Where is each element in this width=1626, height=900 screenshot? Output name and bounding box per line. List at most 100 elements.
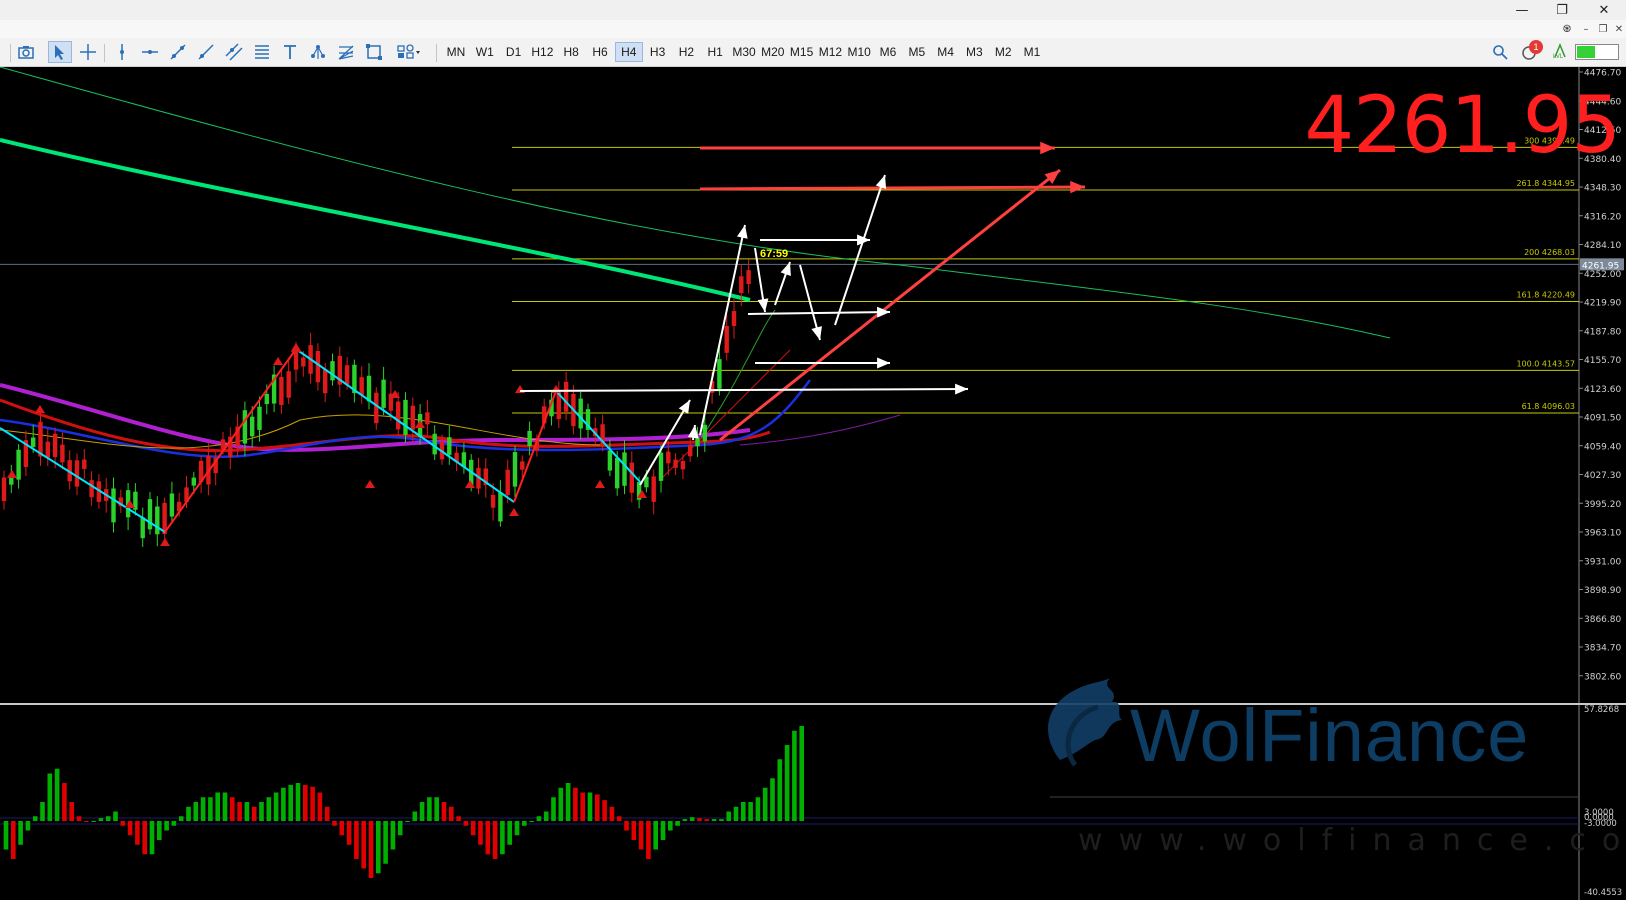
histogram-bar (492, 821, 498, 859)
histogram-bar (609, 806, 615, 821)
bar-countdown-timer: 67:59 (760, 248, 789, 260)
histogram-bar (339, 821, 345, 836)
histogram-bar (689, 817, 695, 821)
timeframe-m5[interactable]: M5 (903, 42, 931, 62)
screenshot-button[interactable] (14, 41, 38, 63)
timeframe-m4[interactable]: M4 (932, 42, 960, 62)
histogram-bar (193, 802, 199, 821)
gann-button[interactable] (334, 41, 358, 63)
timeframe-h2[interactable]: H2 (672, 42, 700, 62)
candle-body (505, 469, 510, 495)
indicator-axis-label: 57.8268 (1584, 705, 1619, 715)
histogram-bar (412, 811, 418, 821)
histogram-bar (711, 819, 717, 821)
target-arrow-261 (699, 185, 1086, 191)
candle-body (403, 399, 408, 435)
cursor-button[interactable] (48, 41, 72, 63)
fib-level-label: 161.8 4220.49 (1516, 290, 1575, 299)
histogram-bar (171, 821, 177, 826)
chart-restore-button[interactable]: ❐ (1595, 21, 1611, 37)
histogram-bar (682, 819, 688, 821)
price-tick-label: 4155.70 (1584, 356, 1621, 366)
histogram-bar (565, 783, 571, 821)
connection-status-bar[interactable] (1575, 44, 1619, 60)
fibonacci-icon (255, 45, 269, 59)
timeframe-h6[interactable]: H6 (586, 42, 614, 62)
price-tick-label: 3802.60 (1584, 672, 1621, 682)
timeframe-m12[interactable]: M12 (816, 42, 844, 62)
trendline-button[interactable] (166, 41, 190, 63)
histogram-bar (573, 787, 578, 821)
connection-fill (1577, 46, 1595, 58)
timeframe-h8[interactable]: H8 (557, 42, 585, 62)
timeframe-m30[interactable]: M30 (730, 42, 758, 62)
histogram-bar (222, 792, 228, 821)
search-button[interactable] (1488, 41, 1512, 63)
timeframe-h12[interactable]: H12 (528, 42, 556, 62)
histogram-bar (507, 821, 512, 845)
notification-badge: 1 (1529, 40, 1543, 54)
candle-body (563, 381, 569, 412)
crosshair-button[interactable] (76, 41, 100, 63)
chart-pin-button[interactable]: ♼ (1559, 21, 1575, 37)
timeframe-m6[interactable]: M6 (874, 42, 902, 62)
restore-button[interactable]: ❐ (1542, 0, 1582, 20)
candle-body (731, 311, 737, 327)
histogram-bar (434, 797, 439, 821)
fibonacci-button[interactable] (250, 41, 274, 63)
ray-button[interactable] (194, 41, 218, 63)
shapes-button[interactable] (362, 41, 386, 63)
channel-button[interactable] (222, 41, 246, 63)
histogram-bar (332, 821, 337, 826)
notifications-button[interactable]: 1 (1518, 40, 1543, 63)
histogram-bar (587, 792, 593, 821)
histogram-bar (200, 797, 206, 821)
histogram-bar (631, 821, 637, 840)
histogram-bar (120, 821, 126, 826)
histogram-bar (105, 816, 111, 821)
histogram-bar (324, 806, 330, 821)
timeframe-h4[interactable]: H4 (614, 42, 643, 62)
timeframe-m20[interactable]: M20 (759, 42, 787, 62)
histogram-bar (149, 821, 155, 855)
histogram-bar (456, 816, 461, 821)
timeframe-h3[interactable]: H3 (644, 42, 672, 62)
minimize-button[interactable]: — (1502, 0, 1542, 20)
horizontal-line-button[interactable] (138, 41, 162, 63)
histogram-bar (529, 821, 534, 822)
timeframe-m1[interactable]: M1 (1018, 42, 1046, 62)
timeframe-m10[interactable]: M10 (845, 42, 873, 62)
candle-body (1, 477, 7, 502)
candle-body (52, 433, 58, 458)
timeframe-d1[interactable]: D1 (500, 42, 528, 62)
text-button[interactable] (278, 41, 302, 63)
chart-minimize-button[interactable]: – (1578, 21, 1594, 37)
histogram-bar (40, 802, 45, 821)
candle-body (257, 406, 262, 430)
candle-body (140, 517, 145, 539)
histogram-bar (142, 821, 147, 855)
histogram-bar (62, 783, 67, 821)
timeframe-m15[interactable]: M15 (788, 42, 816, 62)
histogram-bar (47, 773, 53, 821)
pin-icon: ♼ (1562, 23, 1572, 35)
pitchfork-button[interactable] (306, 41, 330, 63)
signal-strength[interactable]: LVL (1548, 41, 1572, 63)
candle-body (323, 369, 328, 394)
histogram-bar (84, 821, 89, 822)
close-button[interactable]: ✕ (1584, 0, 1624, 20)
more-objects-button[interactable] (392, 41, 426, 63)
histogram-bar (638, 821, 644, 850)
timeframe-m3[interactable]: M3 (960, 42, 988, 62)
timeframe-w1[interactable]: W1 (471, 42, 499, 62)
vertical-line-button[interactable] (110, 41, 134, 63)
timeframe-mn[interactable]: MN (442, 42, 470, 62)
histogram-bar (485, 821, 491, 855)
histogram-bar (397, 821, 403, 836)
timeframe-m2[interactable]: M2 (989, 42, 1017, 62)
chart-close-button[interactable]: ✕ (1611, 21, 1626, 37)
candle-body (724, 325, 729, 353)
histogram-bar (449, 806, 454, 821)
fib-level-label: 100.0 4143.57 (1516, 359, 1575, 368)
timeframe-h1[interactable]: H1 (701, 42, 729, 62)
